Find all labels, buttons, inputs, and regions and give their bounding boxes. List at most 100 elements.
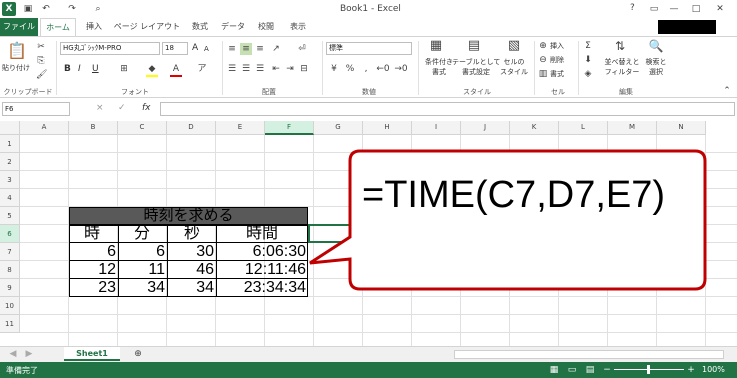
add-sheet-icon[interactable]: ⊕	[132, 348, 144, 360]
tab-file[interactable]: ファイル	[0, 18, 38, 36]
decrease-indent-icon[interactable]: ⇤	[270, 63, 282, 75]
print-preview-icon[interactable]: ⌕	[92, 3, 104, 15]
border-icon[interactable]: ⊞	[118, 63, 130, 75]
paste-button[interactable]: 貼り付け	[2, 63, 30, 73]
undo-icon[interactable]: ↶	[40, 3, 52, 15]
column-header-d[interactable]: D	[167, 121, 216, 135]
cell-minute[interactable]: 11	[118, 261, 165, 279]
minimize-icon[interactable]: —	[668, 3, 680, 15]
clear-icon[interactable]: ◈	[582, 68, 594, 80]
horizontal-scrollbar[interactable]	[454, 350, 724, 359]
page-break-view-icon[interactable]: ▤	[584, 364, 596, 376]
font-name-select[interactable]: HG丸ｺﾞｼｯｸM-PRO	[60, 42, 160, 55]
underline-button[interactable]: U	[92, 64, 99, 74]
autosum-icon[interactable]: Σ	[582, 40, 594, 52]
align-top-icon[interactable]: ≡	[226, 43, 238, 55]
format-as-table-icon[interactable]: ▤	[466, 39, 482, 52]
close-icon[interactable]: ✕	[714, 3, 726, 15]
prev-sheet-icon[interactable]: ◀	[8, 348, 18, 360]
column-header-l[interactable]: L	[559, 121, 608, 135]
column-header-a[interactable]: A	[20, 121, 69, 135]
cell-styles-icon[interactable]: ▧	[506, 39, 522, 52]
sheet-tab-sheet1[interactable]: Sheet1	[64, 347, 120, 361]
header-second[interactable]: 秒	[184, 225, 200, 243]
tab-insert[interactable]: 挿入	[80, 18, 108, 36]
header-minute[interactable]: 分	[134, 225, 150, 243]
column-header-e[interactable]: E	[216, 121, 265, 135]
percent-icon[interactable]: %	[344, 63, 356, 75]
shrink-font-button[interactable]: A	[204, 44, 209, 54]
cell-second[interactable]: 30	[167, 243, 214, 261]
align-bottom-icon[interactable]: ≡	[254, 43, 266, 55]
delete-cells-icon[interactable]: ⊖	[538, 54, 548, 66]
align-right-icon[interactable]: ☰	[254, 63, 266, 75]
row-header-9[interactable]: 9	[0, 279, 20, 297]
zoom-out-icon[interactable]: −	[602, 364, 612, 376]
insert-cells-button[interactable]: 挿入	[550, 41, 564, 51]
header-hour[interactable]: 時	[84, 225, 100, 243]
column-header-h[interactable]: H	[363, 121, 412, 135]
column-header-g[interactable]: G	[314, 121, 363, 135]
redo-icon[interactable]: ↷	[66, 3, 78, 15]
comma-icon[interactable]: ,	[360, 63, 372, 75]
font-color-icon[interactable]: A	[170, 63, 182, 77]
tab-page-layout[interactable]: ページ レイアウト	[112, 18, 182, 36]
column-header-k[interactable]: K	[510, 121, 559, 135]
save-icon[interactable]: ▣	[22, 3, 34, 15]
cell-time[interactable]: 23:34:34	[216, 279, 306, 297]
formula-input[interactable]	[160, 102, 735, 116]
sort-filter-icon[interactable]: ⇅	[612, 40, 628, 52]
collapse-ribbon-icon[interactable]: ⌃	[722, 85, 732, 97]
zoom-slider-thumb[interactable]	[647, 365, 650, 374]
conditional-format-icon[interactable]: ▦	[428, 39, 444, 52]
tab-review[interactable]: 校閲	[252, 18, 280, 36]
cell-time[interactable]: 6:06:30	[216, 243, 306, 261]
column-header-i[interactable]: I	[412, 121, 461, 135]
cell-hour[interactable]: 6	[69, 243, 116, 261]
enter-icon[interactable]: ✓	[118, 103, 126, 113]
normal-view-icon[interactable]: ▦	[548, 364, 560, 376]
phonetic-icon[interactable]: ア	[196, 63, 208, 75]
column-header-b[interactable]: B	[69, 121, 118, 135]
column-header-m[interactable]: M	[608, 121, 657, 135]
fill-icon[interactable]: ⬇	[582, 54, 594, 66]
zoom-level[interactable]: 100%	[702, 365, 725, 374]
increase-indent-icon[interactable]: ⇥	[284, 63, 296, 75]
row-header-11[interactable]: 11	[0, 315, 20, 333]
page-layout-view-icon[interactable]: ▭	[566, 364, 578, 376]
name-box[interactable]: F6	[2, 102, 70, 116]
paste-icon[interactable]: 📋	[6, 41, 28, 61]
cancel-icon[interactable]: ×	[96, 103, 104, 113]
format-painter-icon[interactable]: 🖌	[36, 69, 47, 81]
next-sheet-icon[interactable]: ▶	[24, 348, 34, 360]
tab-formulas[interactable]: 数式	[186, 18, 214, 36]
currency-icon[interactable]: ¥	[328, 63, 340, 75]
tab-view[interactable]: 表示	[284, 18, 312, 36]
column-header-f[interactable]: F	[265, 121, 314, 135]
delete-cells-button[interactable]: 削除	[550, 55, 564, 65]
align-center-icon[interactable]: ☰	[240, 63, 252, 75]
account-box[interactable]	[658, 20, 716, 34]
find-select-button[interactable]: 検索と 選択	[642, 57, 670, 77]
row-header-1[interactable]: 1	[0, 135, 20, 153]
number-format-select[interactable]: 標準	[326, 42, 412, 55]
grow-font-button[interactable]: A	[192, 43, 198, 53]
sort-filter-button[interactable]: 並べ替えと フィルター	[604, 57, 640, 77]
select-all-corner[interactable]	[0, 121, 20, 135]
header-time[interactable]: 時間	[246, 225, 278, 243]
cell-second[interactable]: 34	[167, 279, 214, 297]
decrease-decimal-icon[interactable]: →0	[394, 63, 408, 75]
copy-icon[interactable]: ⎘	[36, 55, 46, 67]
cell-styles-button[interactable]: セルの スタイル	[498, 57, 530, 77]
insert-function-icon[interactable]: fx	[142, 103, 151, 113]
column-header-j[interactable]: J	[461, 121, 510, 135]
insert-cells-icon[interactable]: ⊕	[538, 40, 548, 52]
wrap-text-icon[interactable]: ⏎	[296, 43, 308, 55]
row-header-8[interactable]: 8	[0, 261, 20, 279]
column-header-n[interactable]: N	[657, 121, 706, 135]
column-header-c[interactable]: C	[118, 121, 167, 135]
row-header-5[interactable]: 5	[0, 207, 20, 225]
maximize-icon[interactable]: □	[690, 3, 702, 15]
format-as-table-button[interactable]: テーブルとして 書式設定	[452, 57, 500, 77]
fill-color-icon[interactable]: ◆	[146, 63, 158, 77]
